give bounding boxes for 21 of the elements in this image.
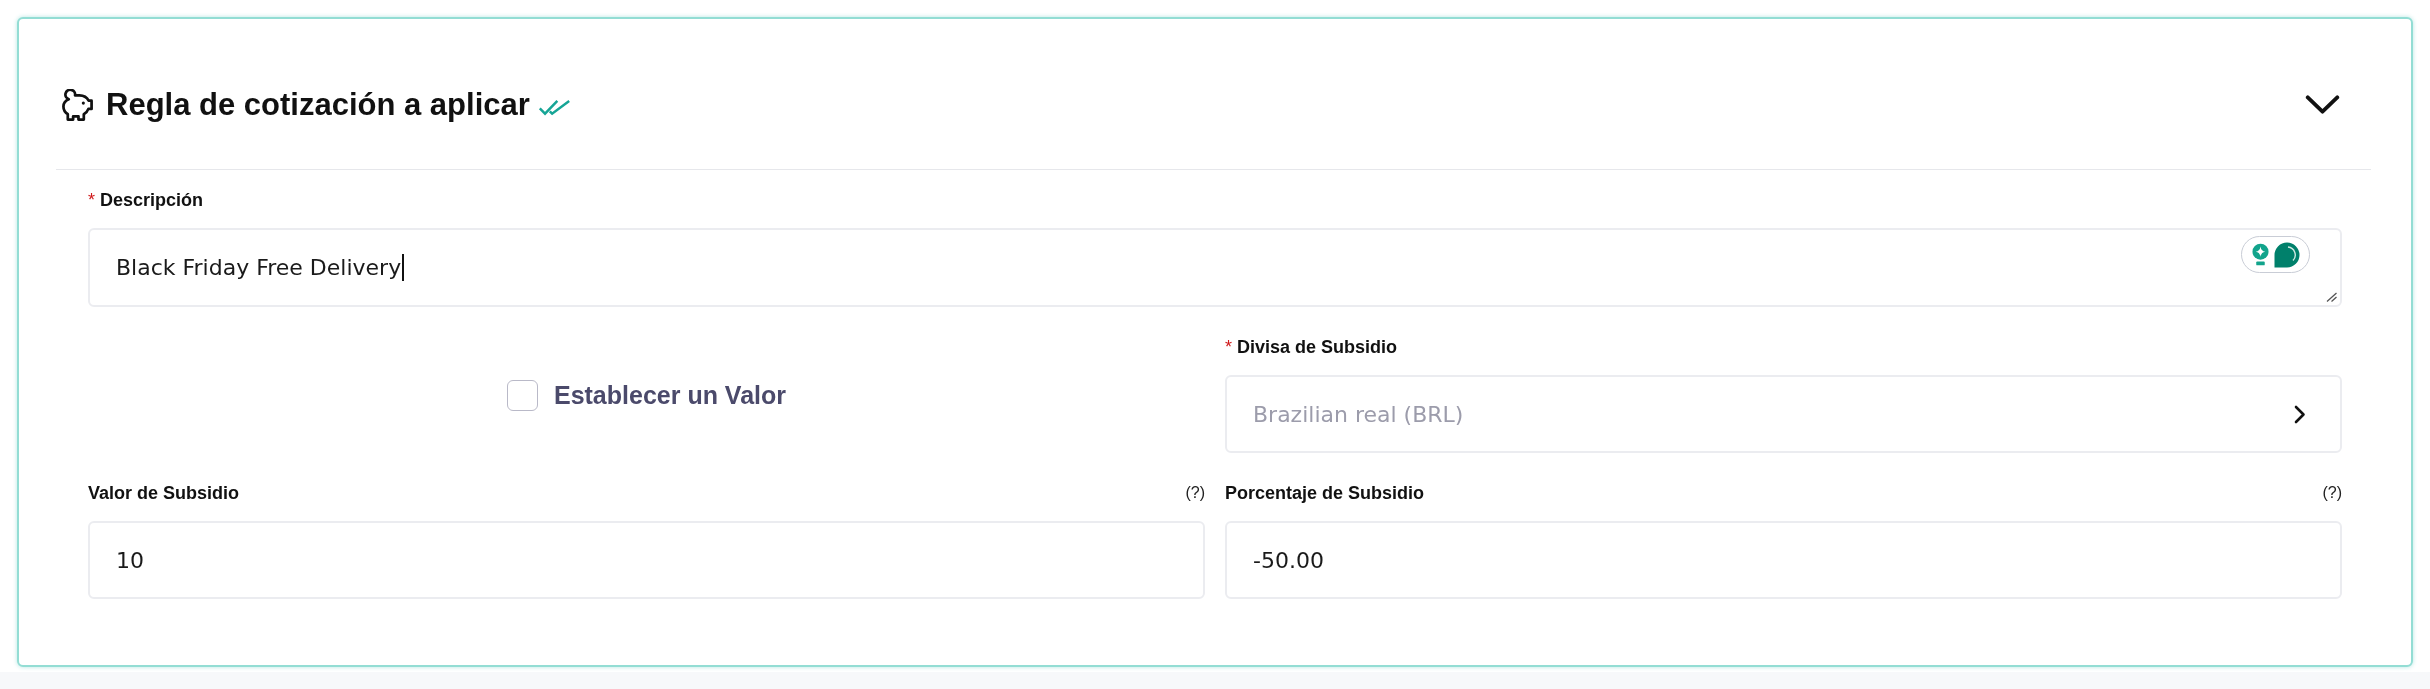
section-title: Regla de cotización a aplicar bbox=[106, 87, 530, 123]
piggy-bank-icon bbox=[60, 88, 95, 122]
required-mark: * bbox=[88, 190, 95, 210]
checkbox[interactable] bbox=[506, 379, 538, 411]
assistant-pill[interactable] bbox=[2241, 236, 2310, 273]
description-field[interactable]: Black Friday Free Delivery bbox=[88, 228, 2342, 307]
checkbox-label[interactable]: Establecer un Valor bbox=[553, 380, 786, 410]
number-field[interactable]: -50.00 bbox=[1225, 521, 2342, 599]
help-hint[interactable]: (?) bbox=[2322, 483, 2342, 503]
field-label: Porcentaje de Subsidio bbox=[1225, 483, 1425, 503]
field-label: Descripción bbox=[100, 190, 204, 210]
chevron-right-icon bbox=[2294, 404, 2306, 424]
field-label: Valor de Subsidio bbox=[88, 483, 240, 503]
number-field[interactable]: 10 bbox=[88, 521, 1205, 599]
field-label: Divisa de Subsidio bbox=[1237, 337, 1398, 357]
resize-handle-icon[interactable] bbox=[2326, 292, 2337, 302]
required-mark: * bbox=[1225, 337, 1232, 357]
chat-bubble-icon bbox=[2273, 241, 2300, 268]
lightbulb-icon bbox=[2251, 243, 2269, 266]
chevron-down-icon[interactable] bbox=[2305, 95, 2340, 115]
help-hint[interactable]: (?) bbox=[1185, 483, 1205, 503]
